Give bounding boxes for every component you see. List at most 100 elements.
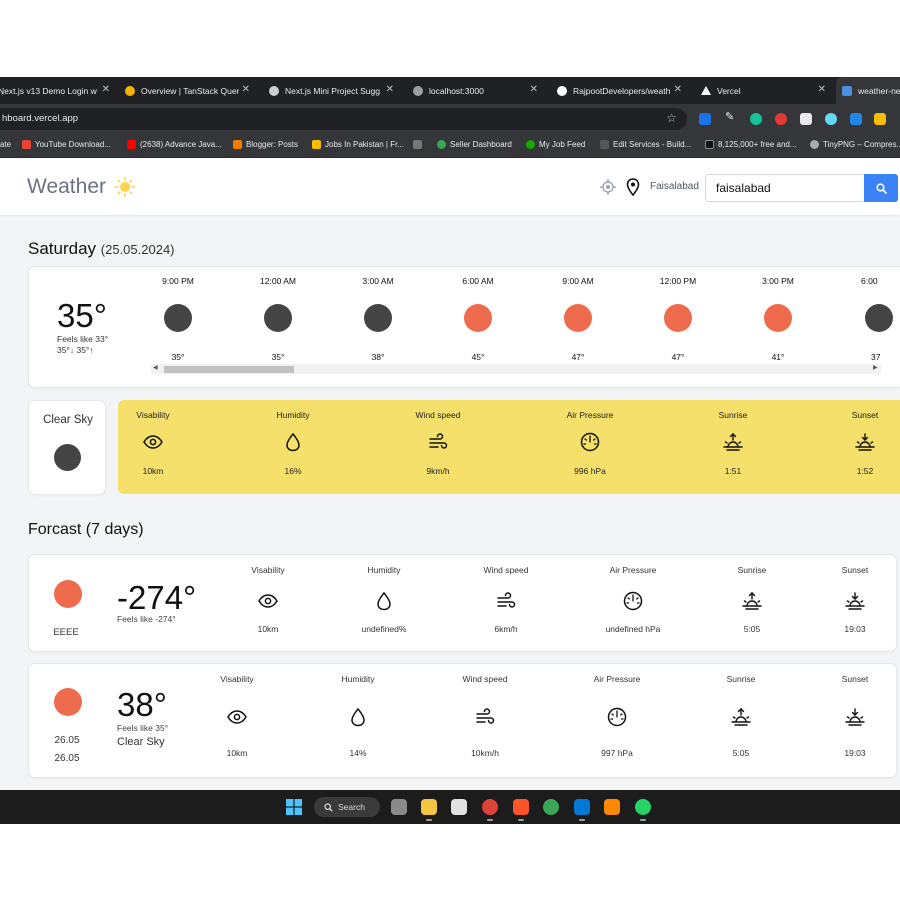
bookmark-item[interactable]: My Job Feed bbox=[526, 140, 585, 149]
browser-tab[interactable]: Next.js v13 Demo Login w ✕ bbox=[0, 77, 116, 104]
browser-tab[interactable]: RajpootDevelopers/weath ✕ bbox=[554, 77, 688, 104]
extension-icon[interactable] bbox=[775, 113, 787, 125]
extension-icon[interactable] bbox=[874, 113, 886, 125]
bookmark-item[interactable] bbox=[413, 140, 426, 149]
stat-label: Sunrise bbox=[726, 674, 756, 684]
grammarly-icon[interactable] bbox=[750, 113, 762, 125]
stat-label: Humidity bbox=[276, 410, 310, 420]
address-bar[interactable]: hboard.vercel.app ☆ bbox=[0, 108, 687, 130]
browser-tab[interactable]: Next.js Mini Project Sugg ✕ bbox=[266, 77, 400, 104]
current-temperature: 35° bbox=[57, 297, 107, 334]
forecast-stat-pressure: Air Pressure 997 hPa bbox=[572, 674, 662, 758]
wind-icon bbox=[429, 433, 448, 449]
bookmark-item[interactable]: TinyPNG – Compres... bbox=[810, 140, 900, 149]
windows-start-icon[interactable] bbox=[286, 799, 302, 815]
extension-icon[interactable] bbox=[699, 113, 711, 125]
bookmark-icon bbox=[600, 140, 609, 149]
close-icon[interactable]: ✕ bbox=[242, 84, 250, 95]
scroll-right-arrow-icon[interactable]: ▶ bbox=[873, 364, 878, 371]
bookmark-label: Jobs In Pakistan | Fr... bbox=[325, 140, 404, 149]
moon-icon bbox=[54, 444, 81, 471]
hour-time: 9:00 AM bbox=[562, 276, 594, 286]
bookmark-star-icon[interactable]: ☆ bbox=[666, 111, 677, 125]
eye-icon bbox=[143, 435, 163, 449]
stat-value: 10km bbox=[257, 624, 279, 634]
bookmark-item[interactable]: Seller Dashboard bbox=[437, 140, 512, 149]
sun-logo-icon bbox=[115, 177, 135, 197]
close-icon[interactable]: ✕ bbox=[818, 84, 826, 95]
gauge-icon bbox=[580, 432, 600, 452]
sun-icon bbox=[54, 580, 82, 608]
running-indicator bbox=[487, 819, 493, 821]
taskbar-search-label: Search bbox=[338, 802, 365, 812]
forecast-heading: Forcast (7 days) bbox=[28, 521, 144, 538]
file-explorer-icon[interactable] bbox=[421, 799, 437, 815]
bookmark-item[interactable]: ate bbox=[0, 140, 11, 149]
vscode-icon[interactable] bbox=[574, 799, 590, 815]
browser-tab[interactable]: Vercel ✕ bbox=[698, 77, 832, 104]
bookmark-item[interactable]: Jobs In Pakistan | Fr... bbox=[312, 140, 404, 149]
forecast-card: 26.05 26.05 38° Feels like 35° Clear Sky… bbox=[28, 663, 897, 778]
store-icon[interactable] bbox=[451, 799, 467, 815]
stat-sunrise: Sunrise 1:51 bbox=[688, 410, 778, 476]
task-view-icon[interactable] bbox=[391, 799, 407, 815]
scroll-left-arrow-icon[interactable]: ◀ bbox=[153, 364, 158, 371]
sunrise-icon bbox=[742, 592, 762, 610]
bookmark-item[interactable]: (2638) Advance Java... bbox=[127, 140, 222, 149]
city-search-input[interactable] bbox=[705, 174, 864, 202]
search-icon bbox=[324, 802, 333, 812]
pen-icon[interactable]: ✎ bbox=[725, 110, 737, 123]
extension-icon[interactable] bbox=[800, 113, 812, 125]
hour-temp: 47° bbox=[571, 352, 585, 362]
react-devtools-icon[interactable] bbox=[825, 113, 837, 125]
extension-icon[interactable] bbox=[850, 113, 862, 125]
close-icon[interactable]: ✕ bbox=[674, 84, 682, 95]
hourly-item: 3:00 AM 38° bbox=[343, 276, 413, 362]
tab-title: Vercel bbox=[717, 85, 741, 96]
stat-value: 9km/h bbox=[426, 466, 450, 476]
taskbar-search[interactable]: Search bbox=[314, 797, 380, 817]
stat-label: Humidity bbox=[341, 674, 375, 684]
stat-wind: Wind speed 9km/h bbox=[393, 410, 483, 476]
chrome-icon[interactable] bbox=[482, 799, 498, 815]
wind-icon bbox=[476, 708, 495, 724]
min-max-temperature: 35°↓ 35°↑ bbox=[57, 345, 94, 355]
fiverr-icon bbox=[437, 140, 446, 149]
close-icon[interactable]: ✕ bbox=[530, 84, 538, 95]
hourly-item: 9:00 AM 47° bbox=[543, 276, 613, 362]
bookmark-item[interactable]: Blogger: Posts bbox=[233, 140, 298, 149]
forecast-stat-sunset: Sunset 19:03 bbox=[810, 565, 900, 634]
running-indicator bbox=[579, 819, 585, 821]
forecast-stat-humidity: Humidity 14% bbox=[313, 674, 403, 758]
browser-tab[interactable]: localhost:3000 ✕ bbox=[410, 77, 544, 104]
github-icon bbox=[557, 85, 567, 96]
close-icon[interactable]: ✕ bbox=[386, 84, 394, 95]
bookmark-item[interactable]: Edit Services - Build... bbox=[600, 140, 691, 149]
running-indicator bbox=[640, 819, 646, 821]
browser-tab-active[interactable]: weather-ne bbox=[836, 77, 900, 104]
brave-icon[interactable] bbox=[513, 799, 529, 815]
hourly-item: 6:00 37 bbox=[843, 276, 900, 362]
stat-value: 5:05 bbox=[732, 748, 750, 758]
network-icon[interactable] bbox=[543, 799, 559, 815]
stat-label: Air Pressure bbox=[566, 410, 614, 420]
day-heading: Saturday (25.05.2024) bbox=[28, 239, 175, 259]
search-button[interactable] bbox=[864, 174, 898, 202]
day-date: (25.05.2024) bbox=[100, 242, 175, 257]
stat-value: 16% bbox=[284, 466, 302, 476]
vlc-icon[interactable] bbox=[604, 799, 620, 815]
stat-label: Wind speed bbox=[462, 674, 508, 684]
current-location-label: Faisalabad bbox=[650, 181, 699, 192]
current-location-icon[interactable] bbox=[600, 179, 616, 195]
bookmark-icon bbox=[705, 140, 714, 149]
location-pin-icon bbox=[626, 178, 640, 196]
browser-tab[interactable]: Overview | TanStack Quer ✕ bbox=[122, 77, 256, 104]
close-icon[interactable]: ✕ bbox=[102, 84, 110, 95]
scrollbar-thumb[interactable] bbox=[164, 366, 294, 373]
whatsapp-icon[interactable] bbox=[635, 799, 651, 815]
bookmark-item[interactable]: YouTube Download... bbox=[22, 140, 111, 149]
bookmark-item[interactable]: 8,125,000+ free and... bbox=[705, 140, 797, 149]
sunset-icon bbox=[855, 433, 875, 451]
hour-time: 3:00 AM bbox=[362, 276, 394, 286]
tanstack-icon bbox=[125, 85, 135, 96]
